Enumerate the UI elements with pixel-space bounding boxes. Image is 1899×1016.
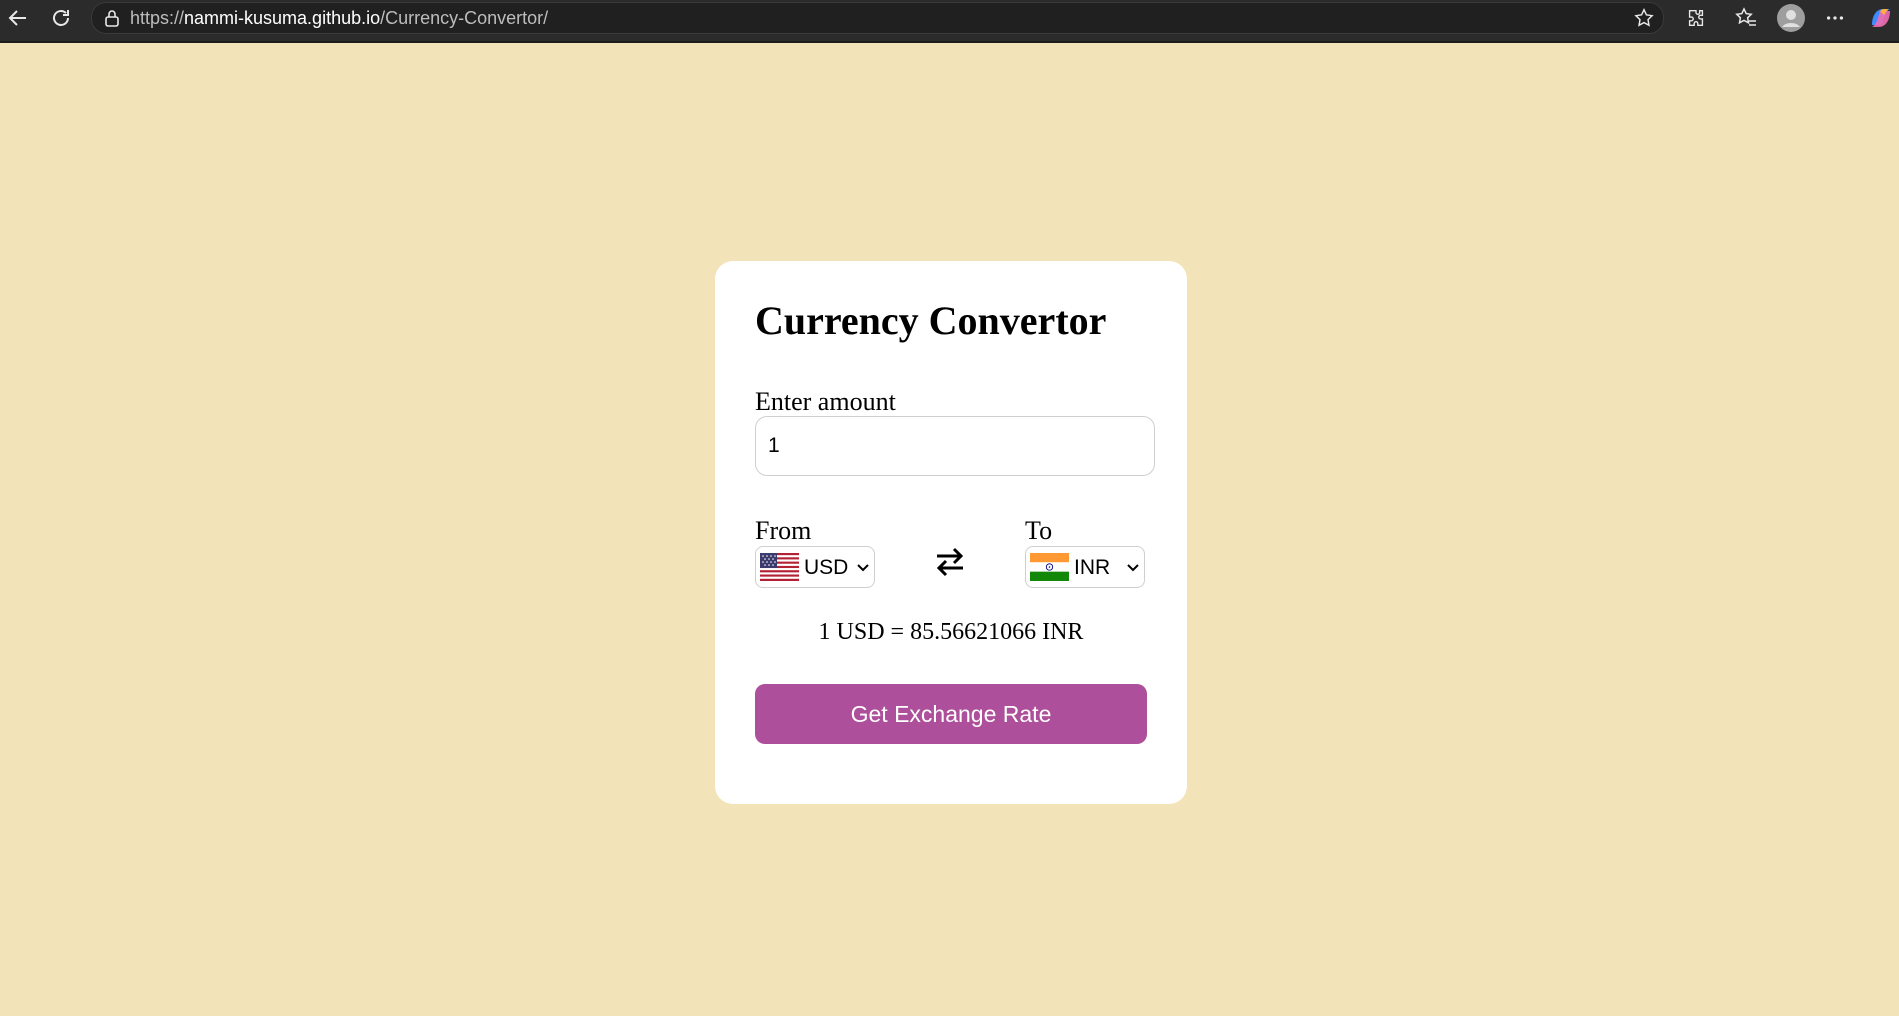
- india-flag-icon: [1030, 553, 1069, 581]
- address-bar[interactable]: https://nammi-kusuma.github.io/Currency-…: [91, 2, 1664, 34]
- url-text[interactable]: https://nammi-kusuma.github.io/Currency-…: [130, 8, 548, 29]
- get-exchange-rate-button[interactable]: Get Exchange Rate: [755, 684, 1147, 744]
- amount-input[interactable]: [755, 416, 1155, 476]
- star-icon[interactable]: [1633, 7, 1655, 29]
- converter-card: Currency Convertor Enter amount From: [715, 261, 1187, 804]
- url-prefix: https://: [130, 7, 185, 28]
- avatar-icon[interactable]: [1776, 3, 1806, 33]
- exchange-rate-result: 1 USD = 85.56621066 INR: [818, 619, 1084, 645]
- us-flag-icon: [760, 553, 799, 581]
- url-host: nammi-kusuma.github.io: [184, 7, 381, 28]
- from-label: From: [755, 516, 812, 545]
- more-icon[interactable]: [1820, 3, 1850, 33]
- swap-arrows-icon[interactable]: [933, 545, 967, 579]
- from-currency-select[interactable]: USD: [755, 546, 875, 588]
- amount-label: Enter amount: [755, 387, 896, 416]
- to-label: To: [1025, 516, 1053, 545]
- browser-toolbar: https://nammi-kusuma.github.io/Currency-…: [0, 0, 1899, 41]
- back-arrow-icon[interactable]: [0, 0, 36, 36]
- to-currency-value: INR: [1074, 556, 1111, 579]
- to-currency-select[interactable]: INR: [1025, 546, 1145, 588]
- from-currency-value: USD: [804, 556, 849, 579]
- copilot-icon[interactable]: [1866, 3, 1896, 33]
- page-title: Currency Convertor: [755, 298, 1107, 343]
- url-path: /Currency-Convertor/: [380, 7, 549, 28]
- refresh-icon[interactable]: [43, 0, 79, 36]
- chevron-down-icon: [1126, 561, 1140, 573]
- puzzle-icon[interactable]: [1681, 3, 1711, 33]
- chevron-down-icon: [856, 561, 870, 573]
- toolbar-divider: [0, 41, 1899, 43]
- lock-icon[interactable]: [102, 8, 122, 28]
- favorites-icon[interactable]: [1731, 3, 1761, 33]
